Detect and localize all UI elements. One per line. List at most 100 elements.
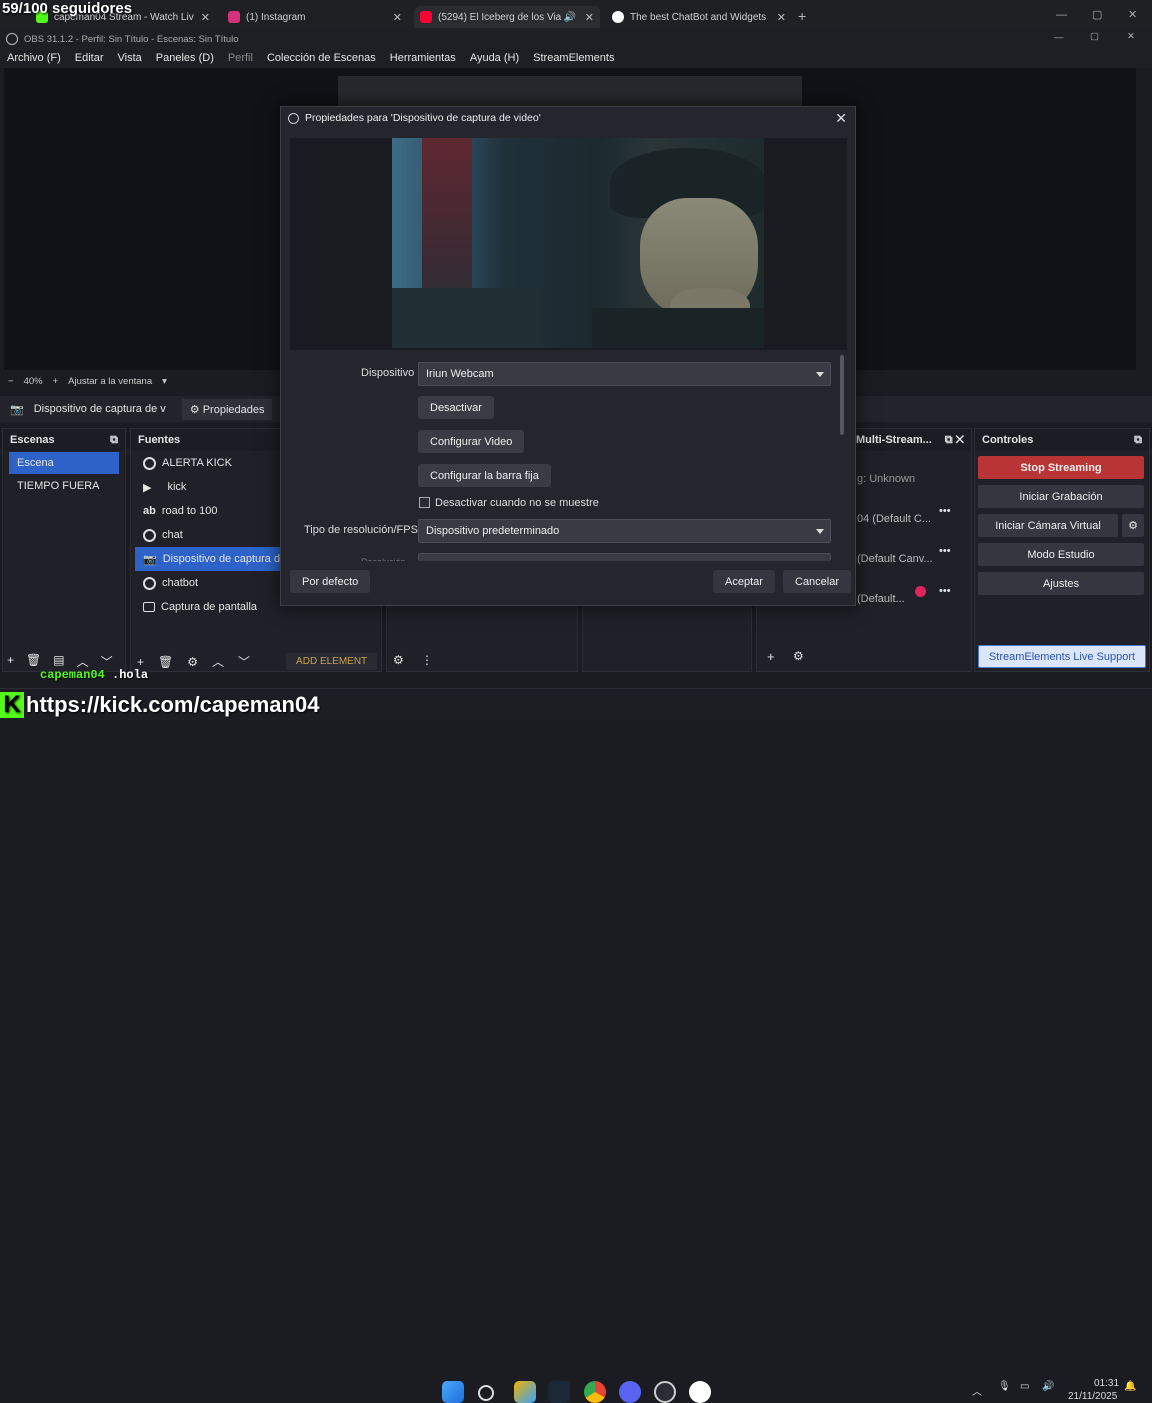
transitions-dock bbox=[582, 606, 752, 672]
resolution-select[interactable]: Dispositivo predeterminado bbox=[418, 519, 831, 543]
audio-mixer-dock: ⚙ ⋮ bbox=[386, 606, 578, 672]
bell-icon[interactable]: 🔔 bbox=[1124, 1381, 1136, 1392]
gear-icon[interactable]: ⚙ bbox=[187, 655, 198, 669]
source-label: Captura de pantalla bbox=[161, 601, 258, 613]
close-icon[interactable]: ✕ bbox=[777, 11, 786, 24]
resolution-partial-select[interactable] bbox=[418, 553, 831, 561]
close-icon[interactable]: ✕ bbox=[393, 11, 402, 24]
network-icon[interactable]: ▭ bbox=[1020, 1381, 1029, 1392]
chevron-up-icon[interactable]: ︿ bbox=[972, 1383, 982, 1398]
menu-bar: Archivo (F) Editar Vista Paneles (D) Per… bbox=[0, 48, 1152, 68]
more-icon[interactable]: ••• bbox=[939, 505, 951, 517]
close-icon[interactable]: ✕ bbox=[1127, 31, 1135, 42]
discord-icon[interactable] bbox=[619, 1381, 641, 1403]
menu-paneles[interactable]: Paneles (D) bbox=[149, 52, 221, 64]
close-icon[interactable]: ✕ bbox=[585, 11, 594, 24]
up-icon[interactable]: ︿ bbox=[212, 653, 224, 670]
speaker-icon[interactable]: 🔊 bbox=[1042, 1381, 1054, 1392]
close-icon[interactable]: ✕ bbox=[1128, 8, 1137, 21]
chat-message: .hola bbox=[112, 668, 149, 682]
tab-streamelements[interactable]: The best ChatBot and Widgets ✕ bbox=[606, 6, 792, 28]
widgets-icon[interactable] bbox=[514, 1381, 536, 1403]
start-recording-button[interactable]: Iniciar Grabación bbox=[978, 485, 1144, 508]
resolution-label: Tipo de resolución/FPS bbox=[304, 524, 418, 536]
microphone-icon[interactable]: 🎙 bbox=[998, 1381, 1011, 1392]
accept-button[interactable]: Aceptar bbox=[713, 570, 775, 593]
new-tab-icon[interactable]: + bbox=[798, 8, 806, 24]
menu-archivo[interactable]: Archivo (F) bbox=[0, 52, 68, 64]
down-icon[interactable]: ﹀ bbox=[238, 653, 250, 670]
windows-start-icon[interactable] bbox=[442, 1381, 464, 1403]
support-button[interactable]: StreamElements Live Support bbox=[978, 645, 1146, 668]
multistream-row: g: Unknown bbox=[857, 473, 916, 485]
menu-coleccion[interactable]: Colección de Escenas bbox=[260, 52, 383, 64]
close-icon[interactable]: ✕ bbox=[835, 110, 847, 127]
deactivate-hidden-checkbox[interactable] bbox=[419, 497, 430, 508]
close-icon[interactable]: ✕ bbox=[201, 11, 210, 24]
expand-icon[interactable]: ▶ bbox=[143, 481, 151, 494]
add-icon[interactable]: + bbox=[7, 653, 14, 670]
speaker-icon[interactable]: 🔊 bbox=[564, 12, 576, 23]
gear-icon[interactable]: ⚙ bbox=[793, 649, 804, 663]
add-icon[interactable]: + bbox=[767, 649, 775, 664]
menu-vista[interactable]: Vista bbox=[111, 52, 149, 64]
desk-shape bbox=[392, 288, 542, 348]
search-icon[interactable] bbox=[478, 1385, 494, 1401]
obs-title-bar: OBS 31.1.2 - Perfil: Sin Título - Escena… bbox=[0, 30, 1152, 48]
device-select[interactable]: Iriun Webcam bbox=[418, 362, 831, 386]
source-toolbar-bottom: + 🗑 ⚙ ︿ ﹀ ADD ELEMENT bbox=[137, 653, 378, 670]
menu-editar[interactable]: Editar bbox=[68, 52, 111, 64]
trash-icon[interactable]: 🗑 bbox=[158, 655, 173, 669]
tab-instagram[interactable]: (1) Instagram ✕ bbox=[222, 6, 408, 28]
menu-perfil[interactable]: Perfil bbox=[221, 52, 260, 64]
defaults-button[interactable]: Por defecto bbox=[290, 570, 371, 593]
properties-button[interactable]: ⚙ Propiedades bbox=[181, 398, 273, 420]
obs-logo-icon bbox=[288, 112, 299, 124]
gear-icon[interactable]: ⚙ bbox=[1122, 514, 1144, 537]
more-icon[interactable]: ••• bbox=[939, 585, 951, 597]
controls-title: Controles bbox=[982, 434, 1034, 446]
zoom-out-button[interactable]: − bbox=[8, 376, 14, 387]
menu-ayuda[interactable]: Ayuda (H) bbox=[463, 52, 526, 64]
minimize-icon[interactable]: — bbox=[1054, 32, 1064, 43]
scene-item[interactable]: TIEMPO FUERA bbox=[9, 475, 119, 497]
float-dock-icon[interactable]: ⧉ bbox=[1134, 434, 1142, 447]
stop-streaming-button[interactable]: Stop Streaming bbox=[978, 456, 1144, 479]
browser-icon bbox=[143, 576, 156, 590]
configure-bar-button[interactable]: Configurar la barra fija bbox=[418, 464, 551, 487]
trash-icon[interactable]: 🗑 bbox=[26, 653, 41, 670]
device-value: Iriun Webcam bbox=[426, 368, 494, 380]
minimize-icon[interactable]: — bbox=[1056, 9, 1067, 21]
virtual-camera-button[interactable]: Iniciar Cámara Virtual bbox=[978, 514, 1118, 537]
deactivate-button[interactable]: Desactivar bbox=[418, 396, 494, 419]
dialog-scrollbar[interactable] bbox=[840, 355, 844, 435]
text-icon: ab bbox=[143, 505, 156, 517]
menu-streamelements[interactable]: StreamElements bbox=[526, 52, 621, 64]
add-icon[interactable]: + bbox=[137, 655, 144, 669]
checkbox-label: Desactivar cuando no se muestre bbox=[435, 497, 599, 509]
tab-youtube[interactable]: (5294) El Iceberg de los Via 🔊 ✕ bbox=[414, 6, 600, 28]
tab-label: (1) Instagram bbox=[246, 11, 306, 23]
float-dock-icon[interactable]: ⧉ bbox=[110, 434, 118, 447]
zoom-in-button[interactable]: + bbox=[53, 376, 59, 387]
chevron-down-icon[interactable]: ▾ bbox=[162, 376, 167, 387]
app-icon[interactable] bbox=[689, 1381, 711, 1403]
scene-item[interactable]: Escena bbox=[9, 452, 119, 474]
maximize-icon[interactable]: ▢ bbox=[1090, 31, 1099, 42]
steam-icon[interactable] bbox=[548, 1381, 570, 1403]
cancel-button[interactable]: Cancelar bbox=[783, 570, 852, 593]
add-element-button[interactable]: ADD ELEMENT bbox=[286, 653, 378, 670]
menu-herramientas[interactable]: Herramientas bbox=[383, 52, 463, 64]
more-icon[interactable]: ••• bbox=[939, 545, 951, 557]
multistream-row: (Default... bbox=[857, 593, 905, 605]
chrome-icon[interactable] bbox=[584, 1381, 606, 1403]
source-label: chatbot bbox=[162, 577, 199, 589]
configure-video-button[interactable]: Configurar Video bbox=[418, 430, 525, 453]
maximize-icon[interactable]: ▢ bbox=[1092, 8, 1102, 21]
gear-icon[interactable]: ⚙ bbox=[393, 653, 404, 667]
more-icon[interactable]: ⋮ bbox=[421, 653, 433, 667]
studio-mode-button[interactable]: Modo Estudio bbox=[978, 543, 1144, 566]
obs-taskbar-icon[interactable] bbox=[654, 1381, 676, 1403]
close-icon[interactable]: ⧉ ✕ bbox=[945, 434, 964, 447]
settings-button[interactable]: Ajustes bbox=[978, 572, 1144, 595]
